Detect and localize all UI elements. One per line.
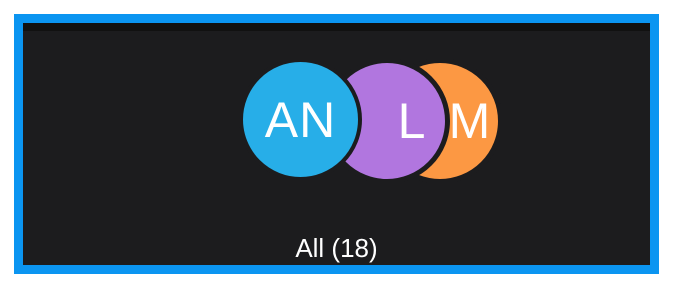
- avatar-1: AN: [239, 58, 362, 181]
- avatar-1-initials: AN: [264, 91, 337, 148]
- avatar-2-initials: L: [397, 93, 427, 149]
- avatar-group-card: M L AN All (18): [14, 14, 659, 274]
- group-count-label[interactable]: All (18): [23, 235, 650, 261]
- avatar-3-initials: M: [448, 93, 492, 149]
- avatar-stack[interactable]: M L AN: [23, 23, 650, 223]
